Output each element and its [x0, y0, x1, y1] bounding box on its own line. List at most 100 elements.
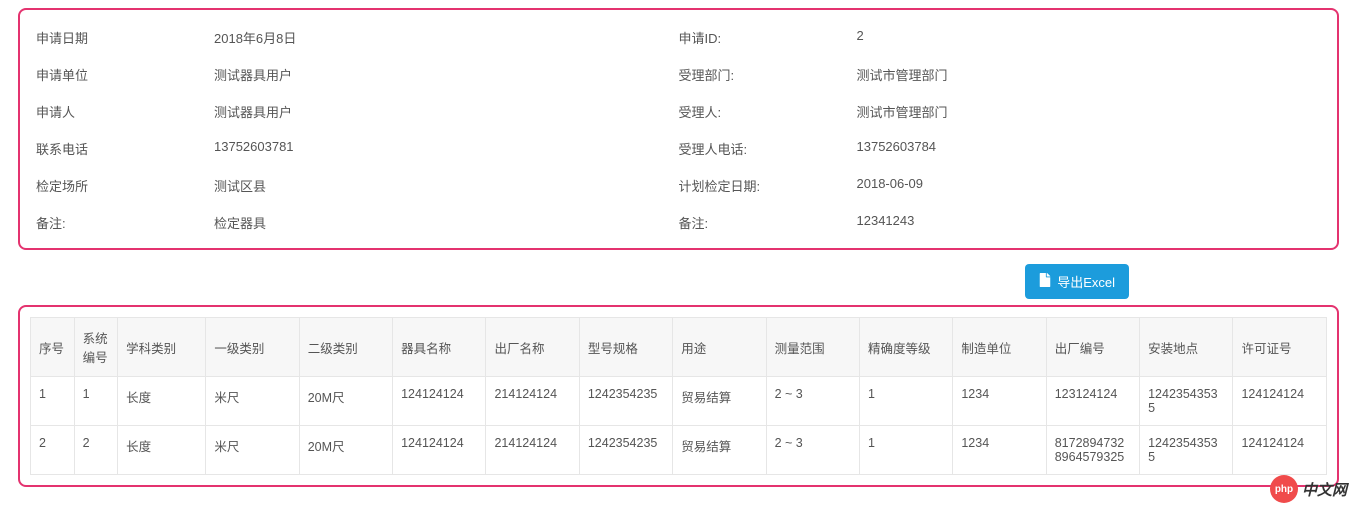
info-cell-left: 备注: 检定器具: [36, 213, 679, 232]
col-header-use: 用途: [673, 318, 766, 377]
cell-sysno: 2: [74, 426, 118, 475]
info-cell-left: 检定场所 测试区县: [36, 176, 679, 195]
info-cell-right: 备注: 12341243: [679, 213, 1322, 232]
cell-cat1: 米尺: [206, 377, 299, 426]
info-value: 测试器具用户: [214, 65, 292, 84]
info-cell-right: 计划检定日期: 2018-06-09: [679, 176, 1322, 195]
instrument-table: 序号 系统编号 学科类别 一级类别 二级类别 器具名称 出厂名称 型号规格 用途…: [30, 317, 1327, 475]
col-header-factoryno: 出厂编号: [1046, 318, 1139, 377]
info-value: 13752603784: [857, 139, 937, 158]
cell-sysno: 1: [74, 377, 118, 426]
info-label: 备注:: [679, 213, 857, 232]
col-header-factory: 出厂名称: [486, 318, 579, 377]
info-label: 联系电话: [36, 139, 214, 158]
cell-maker: 1234: [953, 426, 1046, 475]
export-excel-button[interactable]: 导出Excel: [1025, 264, 1129, 299]
cell-model: 1242354235: [579, 426, 672, 475]
cell-model: 1242354235: [579, 377, 672, 426]
watermark: php 中文网: [1270, 475, 1347, 503]
col-header-sysno: 系统编号: [74, 318, 118, 377]
info-row: 申请单位 测试器具用户 受理部门: 测试市管理部门: [36, 65, 1321, 84]
col-header-model: 型号规格: [579, 318, 672, 377]
cell-range: 2 ~ 3: [766, 426, 859, 475]
info-label: 申请人: [36, 102, 214, 121]
cell-cat1: 米尺: [206, 426, 299, 475]
info-row: 备注: 检定器具 备注: 12341243: [36, 213, 1321, 232]
application-info-panel: 申请日期 2018年6月8日 申请ID: 2 申请单位 测试器具用户 受理部门:…: [18, 8, 1339, 250]
cell-precision: 1: [859, 426, 952, 475]
table-row: 1 1 长度 米尺 20M尺 124124124 214124124 12423…: [31, 377, 1327, 426]
info-cell-left: 申请人 测试器具用户: [36, 102, 679, 121]
export-button-label: 导出Excel: [1057, 272, 1115, 291]
col-header-range: 测量范围: [766, 318, 859, 377]
cell-factory: 214124124: [486, 426, 579, 475]
info-row: 申请日期 2018年6月8日 申请ID: 2: [36, 28, 1321, 47]
cell-seq: 2: [31, 426, 75, 475]
cell-cat2: 20M尺: [299, 426, 392, 475]
cell-install: 12423543535: [1140, 377, 1233, 426]
cell-license: 124124124: [1233, 377, 1327, 426]
file-icon: [1039, 273, 1051, 290]
info-cell-left: 申请日期 2018年6月8日: [36, 28, 679, 47]
export-row: 导出Excel: [18, 264, 1339, 299]
col-header-subject: 学科类别: [118, 318, 206, 377]
cell-subject: 长度: [118, 426, 206, 475]
cell-precision: 1: [859, 377, 952, 426]
info-label: 申请日期: [36, 28, 214, 47]
info-label: 备注:: [36, 213, 214, 232]
cell-maker: 1234: [953, 377, 1046, 426]
cell-seq: 1: [31, 377, 75, 426]
cell-name: 124124124: [393, 426, 486, 475]
cell-subject: 长度: [118, 377, 206, 426]
col-header-cat2: 二级类别: [299, 318, 392, 377]
cell-license: 124124124: [1233, 426, 1327, 475]
info-row: 申请人 测试器具用户 受理人: 测试市管理部门: [36, 102, 1321, 121]
info-label: 受理人电话:: [679, 139, 857, 158]
watermark-text: 中文网: [1302, 479, 1347, 500]
info-value: 2018年6月8日: [214, 28, 296, 47]
cell-cat2: 20M尺: [299, 377, 392, 426]
col-header-name: 器具名称: [393, 318, 486, 377]
cell-use: 贸易结算: [673, 377, 766, 426]
info-label: 受理人:: [679, 102, 857, 121]
info-cell-right: 受理人电话: 13752603784: [679, 139, 1322, 158]
info-cell-right: 申请ID: 2: [679, 28, 1322, 47]
info-value: 12341243: [857, 213, 915, 232]
col-header-cat1: 一级类别: [206, 318, 299, 377]
col-header-license: 许可证号: [1233, 318, 1327, 377]
info-cell-right: 受理人: 测试市管理部门: [679, 102, 1322, 121]
info-cell-left: 申请单位 测试器具用户: [36, 65, 679, 84]
cell-factoryno: 123124124: [1046, 377, 1139, 426]
info-value: 13752603781: [214, 139, 294, 158]
info-cell-left: 联系电话 13752603781: [36, 139, 679, 158]
info-value: 测试区县: [214, 176, 266, 195]
info-label: 申请单位: [36, 65, 214, 84]
info-label: 受理部门:: [679, 65, 857, 84]
cell-range: 2 ~ 3: [766, 377, 859, 426]
cell-factory: 214124124: [486, 377, 579, 426]
cell-factoryno: 81728947328964579325: [1046, 426, 1139, 475]
info-value: 测试市管理部门: [857, 65, 948, 84]
info-value: 2: [857, 28, 864, 47]
col-header-seq: 序号: [31, 318, 75, 377]
table-header-row: 序号 系统编号 学科类别 一级类别 二级类别 器具名称 出厂名称 型号规格 用途…: [31, 318, 1327, 377]
col-header-install: 安装地点: [1140, 318, 1233, 377]
php-logo-icon: php: [1270, 475, 1298, 503]
cell-use: 贸易结算: [673, 426, 766, 475]
col-header-precision: 精确度等级: [859, 318, 952, 377]
info-cell-right: 受理部门: 测试市管理部门: [679, 65, 1322, 84]
info-value: 测试器具用户: [214, 102, 292, 121]
info-label: 计划检定日期:: [679, 176, 857, 195]
instrument-table-panel: 序号 系统编号 学科类别 一级类别 二级类别 器具名称 出厂名称 型号规格 用途…: [18, 305, 1339, 487]
table-row: 2 2 长度 米尺 20M尺 124124124 214124124 12423…: [31, 426, 1327, 475]
col-header-maker: 制造单位: [953, 318, 1046, 377]
cell-name: 124124124: [393, 377, 486, 426]
info-label: 申请ID:: [679, 28, 857, 47]
info-label: 检定场所: [36, 176, 214, 195]
info-row: 检定场所 测试区县 计划检定日期: 2018-06-09: [36, 176, 1321, 195]
info-value: 2018-06-09: [857, 176, 924, 195]
info-value: 测试市管理部门: [857, 102, 948, 121]
cell-install: 12423543535: [1140, 426, 1233, 475]
info-row: 联系电话 13752603781 受理人电话: 13752603784: [36, 139, 1321, 158]
info-value: 检定器具: [214, 213, 266, 232]
